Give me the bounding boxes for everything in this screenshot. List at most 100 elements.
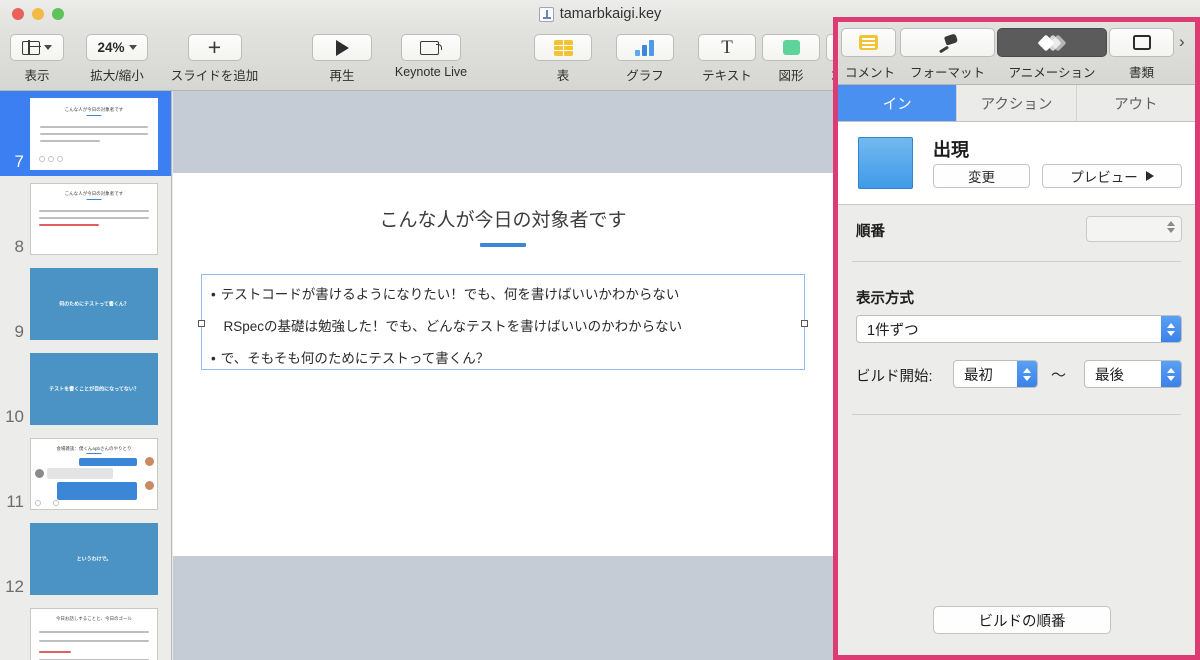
thumbnail-rule xyxy=(86,114,102,116)
stepper-arrows-icon xyxy=(1167,221,1175,233)
toolbar-item-view[interactable]: 表示 xyxy=(2,34,72,84)
slide-thumbnail[interactable]: 何のためにテストって書くん？ xyxy=(30,267,158,340)
navigator-slide-13[interactable]: 13 今日お話しすることと、今日のゴール xyxy=(0,601,171,660)
thumbnail-title: こんな人が今日の対象者です xyxy=(64,190,124,196)
change-effect-button[interactable]: 変更 xyxy=(933,164,1030,188)
chevron-right-icon[interactable]: › xyxy=(1179,33,1185,50)
thumbnail-title: 何のためにテストって書くん？ xyxy=(59,301,129,307)
effect-summary: 出現 変更 プレビュー xyxy=(838,122,1195,205)
maximize-button[interactable] xyxy=(52,8,64,20)
delivery-select[interactable]: 1件ずつ xyxy=(856,315,1182,343)
toolbar-label-chart: グラフ xyxy=(626,69,664,83)
slide-textbox[interactable]: • テストコードが書けるようになりたい！でも、何を書けばいいかわからない RSpe… xyxy=(198,274,808,370)
chart-button[interactable] xyxy=(616,34,674,61)
toolbar-item-table[interactable]: 表 xyxy=(523,34,603,84)
toolbar-label-play: 再生 xyxy=(329,69,355,83)
navigator-slide-7[interactable]: 7 こんな人が今日の対象者です xyxy=(0,91,171,176)
navigator-slide-9[interactable]: 9 何のためにテストって書くん？ xyxy=(0,261,171,346)
table-button[interactable] xyxy=(534,34,592,61)
preview-effect-button[interactable]: プレビュー xyxy=(1042,164,1182,188)
inspector-tab-label-document: 書類 xyxy=(1128,66,1154,80)
toolbar-item-zoom[interactable]: 24% 拡大/縮小 xyxy=(72,34,162,84)
toolbar-label-add-slide: スライドを追加 xyxy=(170,69,259,83)
inspector-tab-format[interactable] xyxy=(900,28,995,57)
keynote-live-button[interactable] xyxy=(401,34,461,61)
effect-name: 出現 xyxy=(933,140,969,160)
bullet-text: RSpecの基礎は勉強した！でも、どんなテストを書けばいいのかわからない xyxy=(223,319,683,334)
play-icon xyxy=(335,39,349,56)
slide-thumbnail[interactable]: こんな人が今日の対象者です xyxy=(30,97,158,170)
order-stepper[interactable] xyxy=(1086,216,1182,242)
toolbar-label-table: 表 xyxy=(556,69,570,83)
toolbar-item-add-slide[interactable]: + スライドを追加 xyxy=(163,34,266,84)
build-start-to-select[interactable]: 最後 xyxy=(1084,360,1182,388)
inspector-top-tabs: コメント フォーマット アニメーション 書類 › xyxy=(838,22,1195,85)
navigator-slide-11[interactable]: 11 会場雑談：僕くんapbさんのやりとり xyxy=(0,431,171,516)
thumbnail-rule xyxy=(86,198,102,200)
shape-button[interactable] xyxy=(762,34,820,61)
tab-in[interactable]: イン xyxy=(838,85,958,121)
toolbar-item-play[interactable]: 再生 xyxy=(300,34,384,84)
inspector-tab-label-animation: アニメーション xyxy=(1008,66,1096,80)
text-button[interactable]: T xyxy=(698,34,756,61)
inspector-tab-animation[interactable] xyxy=(997,28,1107,57)
divider xyxy=(852,261,1181,262)
slide-thumbnail[interactable]: 今日お話しすることと、今日のゴール xyxy=(30,607,158,660)
toolbar-label-zoom: 拡大/縮小 xyxy=(90,69,144,83)
animation-segmented-tabs[interactable]: イン アクション アウト xyxy=(838,85,1195,122)
broadcast-icon xyxy=(420,40,442,55)
slide-thumbnail[interactable]: こんな人が今日の対象者です xyxy=(30,182,158,255)
stepper-arrows-icon[interactable] xyxy=(1017,361,1037,387)
plus-icon: + xyxy=(207,34,222,60)
order-label: 順番 xyxy=(856,224,885,240)
build-order-button[interactable]: ビルドの順番 xyxy=(933,606,1111,634)
preview-effect-label: プレビュー xyxy=(1070,170,1138,185)
thumbnail-title: こんな人が今日の対象者です xyxy=(64,106,124,112)
chevron-down-icon xyxy=(44,45,52,50)
paintbrush-icon xyxy=(938,34,958,51)
minimize-button[interactable] xyxy=(32,8,44,20)
navigator-slide-8[interactable]: 8 こんな人が今日の対象者です xyxy=(0,176,171,261)
play-button[interactable] xyxy=(312,34,372,61)
thumbnail-title: 今日お話しすることと、今日のゴール xyxy=(55,615,133,621)
chevron-down-icon xyxy=(128,45,137,50)
toolbar-item-chart[interactable]: グラフ xyxy=(605,34,685,84)
bullet-item: • で、そもそも何のためにテストって書くん？ xyxy=(211,351,490,366)
navigator-slide-12[interactable]: 12 というわけで。 xyxy=(0,516,171,601)
resize-handle-left[interactable] xyxy=(198,320,205,327)
slide-thumbnail[interactable]: というわけで。 xyxy=(30,522,158,595)
slide-navigator[interactable]: 7 こんな人が今日の対象者です 8 こんな人が今日の対象者です 9 何のためにテ… xyxy=(0,91,172,660)
slide-thumbnail[interactable]: 会場雑談：僕くんapbさんのやりとり xyxy=(30,437,158,510)
stepper-arrows-icon[interactable] xyxy=(1161,316,1181,342)
resize-handle-right[interactable] xyxy=(801,320,808,327)
inspector-tab-document[interactable] xyxy=(1109,28,1174,57)
slide-title-rule xyxy=(480,243,526,247)
slide-number: 8 xyxy=(14,237,24,256)
view-button[interactable] xyxy=(10,34,64,61)
close-button[interactable] xyxy=(12,8,24,20)
stepper-arrows-icon[interactable] xyxy=(1161,361,1181,387)
traffic-lights xyxy=(12,8,64,20)
slide-number: 11 xyxy=(6,492,24,511)
build-start-from-select[interactable]: 最初 xyxy=(953,360,1038,388)
slide-thumbnail[interactable]: テストを書くことが目的になってない？ xyxy=(30,352,158,425)
tab-action[interactable]: アクション xyxy=(957,85,1077,121)
slide-number: 9 xyxy=(14,322,24,341)
add-slide-button[interactable]: + xyxy=(187,34,242,61)
keynote-document-icon xyxy=(538,6,554,22)
text-icon: T xyxy=(721,36,733,58)
slide-canvas[interactable]: こんな人が今日の対象者です • テストコードが書けるようになりたい！でも、何を書け… xyxy=(173,91,833,660)
navigator-slide-10[interactable]: 10 テストを書くことが目的になってない？ xyxy=(0,346,171,431)
inspector-panel[interactable]: コメント フォーマット アニメーション 書類 › イン アクション アウト 出現 xyxy=(833,17,1200,660)
current-slide[interactable]: こんな人が今日の対象者です • テストコードが書けるようになりたい！でも、何を書け… xyxy=(173,173,833,556)
document-icon xyxy=(1132,35,1151,50)
thumbnail-build-dots xyxy=(39,155,63,162)
toolbar-item-keynote-live[interactable]: Keynote Live xyxy=(385,34,477,79)
inspector-tab-comment[interactable] xyxy=(841,28,896,57)
slide-number: 7 xyxy=(14,152,24,171)
zoom-button[interactable]: 24% xyxy=(86,34,148,61)
tab-out[interactable]: アウト xyxy=(1076,85,1195,121)
slide-title: こんな人が今日の対象者です xyxy=(379,210,627,231)
build-start-to-value: 最後 xyxy=(1095,367,1124,384)
build-start-label: ビルド開始: xyxy=(856,369,933,385)
